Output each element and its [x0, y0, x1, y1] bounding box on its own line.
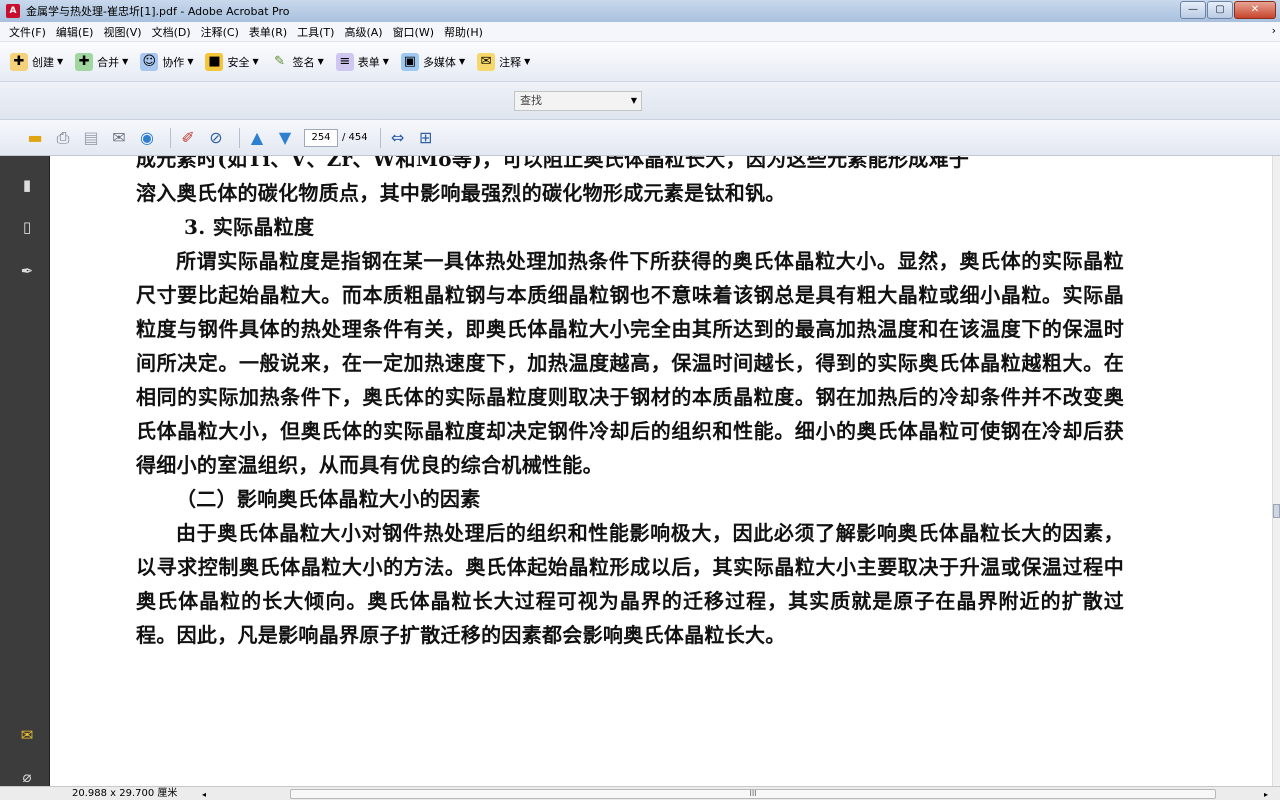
forms-button[interactable]: ≡ 表单 ▼ — [335, 52, 389, 71]
collaborate-button[interactable]: ☺ 协作 ▼ — [140, 52, 193, 71]
horizontal-scroll-thumb[interactable]: III — [290, 789, 1216, 799]
combine-icon: ✚ — [75, 52, 94, 71]
sign-button[interactable]: ✎ 签名 ▼ — [271, 53, 324, 71]
signatures-icon[interactable]: ✒ — [18, 262, 36, 280]
form-icon: ≡ — [335, 52, 354, 71]
page-number-input[interactable]: 254 — [304, 128, 338, 147]
find-toolbar: 查找 ▼ — [0, 82, 1280, 120]
paragraph: 由于奥氏体晶粒大小对钢件热处理后的组织和性能影响极大，因此必须了解影响奥氏体晶粒… — [136, 521, 1124, 647]
bookmarks-icon[interactable]: ▯ — [18, 218, 36, 236]
paragraph: 所谓实际晶粒度是指钢在某一具体热处理加热条件下所获得的奥氏体晶粒大小。显然，奥氏… — [136, 249, 1124, 477]
menu-help[interactable]: 帮助(H) — [439, 24, 488, 40]
window-controls: — ▢ ✕ — [1180, 1, 1276, 19]
menu-advanced[interactable]: 高级(A) — [339, 24, 387, 40]
hand-tool-icon[interactable]: ⊘ — [205, 127, 227, 149]
next-page-icon[interactable]: ▼ — [274, 127, 296, 149]
menu-forms[interactable]: 表单(R) — [244, 24, 292, 40]
multimedia-button[interactable]: ▣ 多媒体 ▼ — [400, 52, 465, 71]
collaborate-icon: ☺ — [140, 52, 159, 71]
menu-view[interactable]: 视图(V) — [98, 24, 146, 40]
pen-icon: ✎ — [274, 53, 286, 69]
maximize-button[interactable]: ▢ — [1207, 1, 1233, 19]
save-icon[interactable]: ▤ — [80, 127, 102, 149]
fit-width-icon[interactable]: ⇔ — [387, 127, 409, 149]
acrobat-icon: A — [6, 4, 20, 18]
toolbar-divider — [170, 127, 171, 148]
find-placeholder: 查找 — [520, 94, 542, 107]
web-icon[interactable]: ◉ — [136, 127, 158, 149]
menu-comments[interactable]: 注释(C) — [196, 24, 244, 40]
menu-edit[interactable]: 编辑(E) — [51, 24, 99, 40]
pages-icon[interactable]: ▮ — [18, 176, 36, 194]
scroll-left-icon[interactable]: ◂ — [202, 788, 206, 801]
section-heading: 3. 实际晶粒度 — [184, 215, 315, 239]
tasks-toolbar: ✚ 创建 ▼ ✚ 合并 ▼ ☺ 协作 ▼ ■ 安全 ▼ ✎ 签名 ▼ ≡ 表单 ▼ ▣ 多媒… — [0, 42, 1280, 82]
window-title: 金属学与热处理-崔忠圻[1].pdf - Adobe Acrobat Pro — [26, 5, 290, 18]
open-folder-icon[interactable]: ▬ — [24, 127, 46, 149]
menu-tools[interactable]: 工具(T) — [292, 24, 339, 40]
menu-overflow-icon[interactable]: › — [1272, 24, 1276, 37]
menu-bar: 文件(F) 编辑(E) 视图(V) 文档(D) 注释(C) 表单(R) 工具(T… — [0, 22, 1280, 42]
paragraph: 成元素时(如Ti、V、Zr、W和Mo等)，可以阻止奥氏体晶粒长大，因为这些元素能… — [136, 156, 970, 171]
attachments-icon[interactable]: ⌀ — [18, 768, 36, 786]
vertical-scroll-thumb[interactable] — [1273, 504, 1280, 518]
toolbar-divider — [239, 127, 240, 148]
scroll-right-icon[interactable]: ▸ — [1264, 788, 1268, 801]
vertical-scrollbar[interactable] — [1272, 156, 1280, 786]
find-input[interactable]: 查找 ▼ — [514, 91, 642, 111]
page-content: 成元素时(如Ti、V、Zr、W和Mo等)，可以阻止奥氏体晶粒长大，因为这些元素能… — [136, 156, 1124, 652]
select-tool-icon[interactable]: ✐ — [177, 127, 199, 149]
toolbar-divider — [379, 127, 381, 148]
paragraph: 溶入奥氏体的碳化物质点，其中影响最强烈的碳化物形成元素是钛和钒。 — [136, 181, 786, 205]
lock-icon: ■ — [205, 52, 224, 71]
close-button[interactable]: ✕ — [1234, 1, 1276, 19]
menu-file[interactable]: 文件(F) — [4, 24, 51, 40]
title-bar: A 金属学与热处理-崔忠圻[1].pdf - Adobe Acrobat Pro… — [0, 0, 1280, 22]
print-icon[interactable]: ⎙ — [52, 127, 74, 149]
combine-button[interactable]: ✚ 合并 ▼ — [75, 52, 128, 71]
email-icon[interactable]: ✉ — [108, 127, 130, 149]
previous-page-icon[interactable]: ▲ — [246, 127, 268, 149]
chevron-down-icon[interactable]: ▼ — [631, 92, 637, 110]
section-heading: （二）影响奥氏体晶粒大小的因素 — [176, 487, 481, 511]
status-bar: 20.988 x 29.700 厘米 ◂ III ▸ — [0, 786, 1280, 800]
multimedia-icon: ▣ — [400, 52, 419, 71]
minimize-button[interactable]: — — [1180, 1, 1206, 19]
fit-page-icon[interactable]: ⊞ — [415, 127, 437, 149]
create-button[interactable]: ✚ 创建 ▼ — [10, 52, 63, 71]
navigation-pane: ▮ ▯ ✒ ✉ ⌀ — [0, 156, 50, 800]
secure-button[interactable]: ■ 安全 ▼ — [205, 52, 259, 71]
page-total: / 454 — [342, 132, 368, 143]
page-size-label: 20.988 x 29.700 厘米 — [72, 788, 178, 799]
navigation-toolbar: ▬ ⎙ ▤ ✉ ◉ ✐ ⊘ ▲ ▼ 254 / 454 ⇔ ⊞ — [0, 120, 1280, 156]
horizontal-scrollbar[interactable]: ◂ III ▸ — [200, 788, 1270, 800]
comment-icon: ✉ — [477, 52, 496, 71]
menu-document[interactable]: 文档(D) — [147, 24, 196, 40]
document-view[interactable]: 成元素时(如Ti、V、Zr、W和Mo等)，可以阻止奥氏体晶粒长大，因为这些元素能… — [50, 156, 1272, 786]
menu-window[interactable]: 窗口(W) — [388, 24, 439, 40]
comment-button[interactable]: ✉ 注释 ▼ — [477, 52, 530, 71]
comments-icon[interactable]: ✉ — [18, 726, 36, 744]
create-icon: ✚ — [10, 52, 28, 71]
